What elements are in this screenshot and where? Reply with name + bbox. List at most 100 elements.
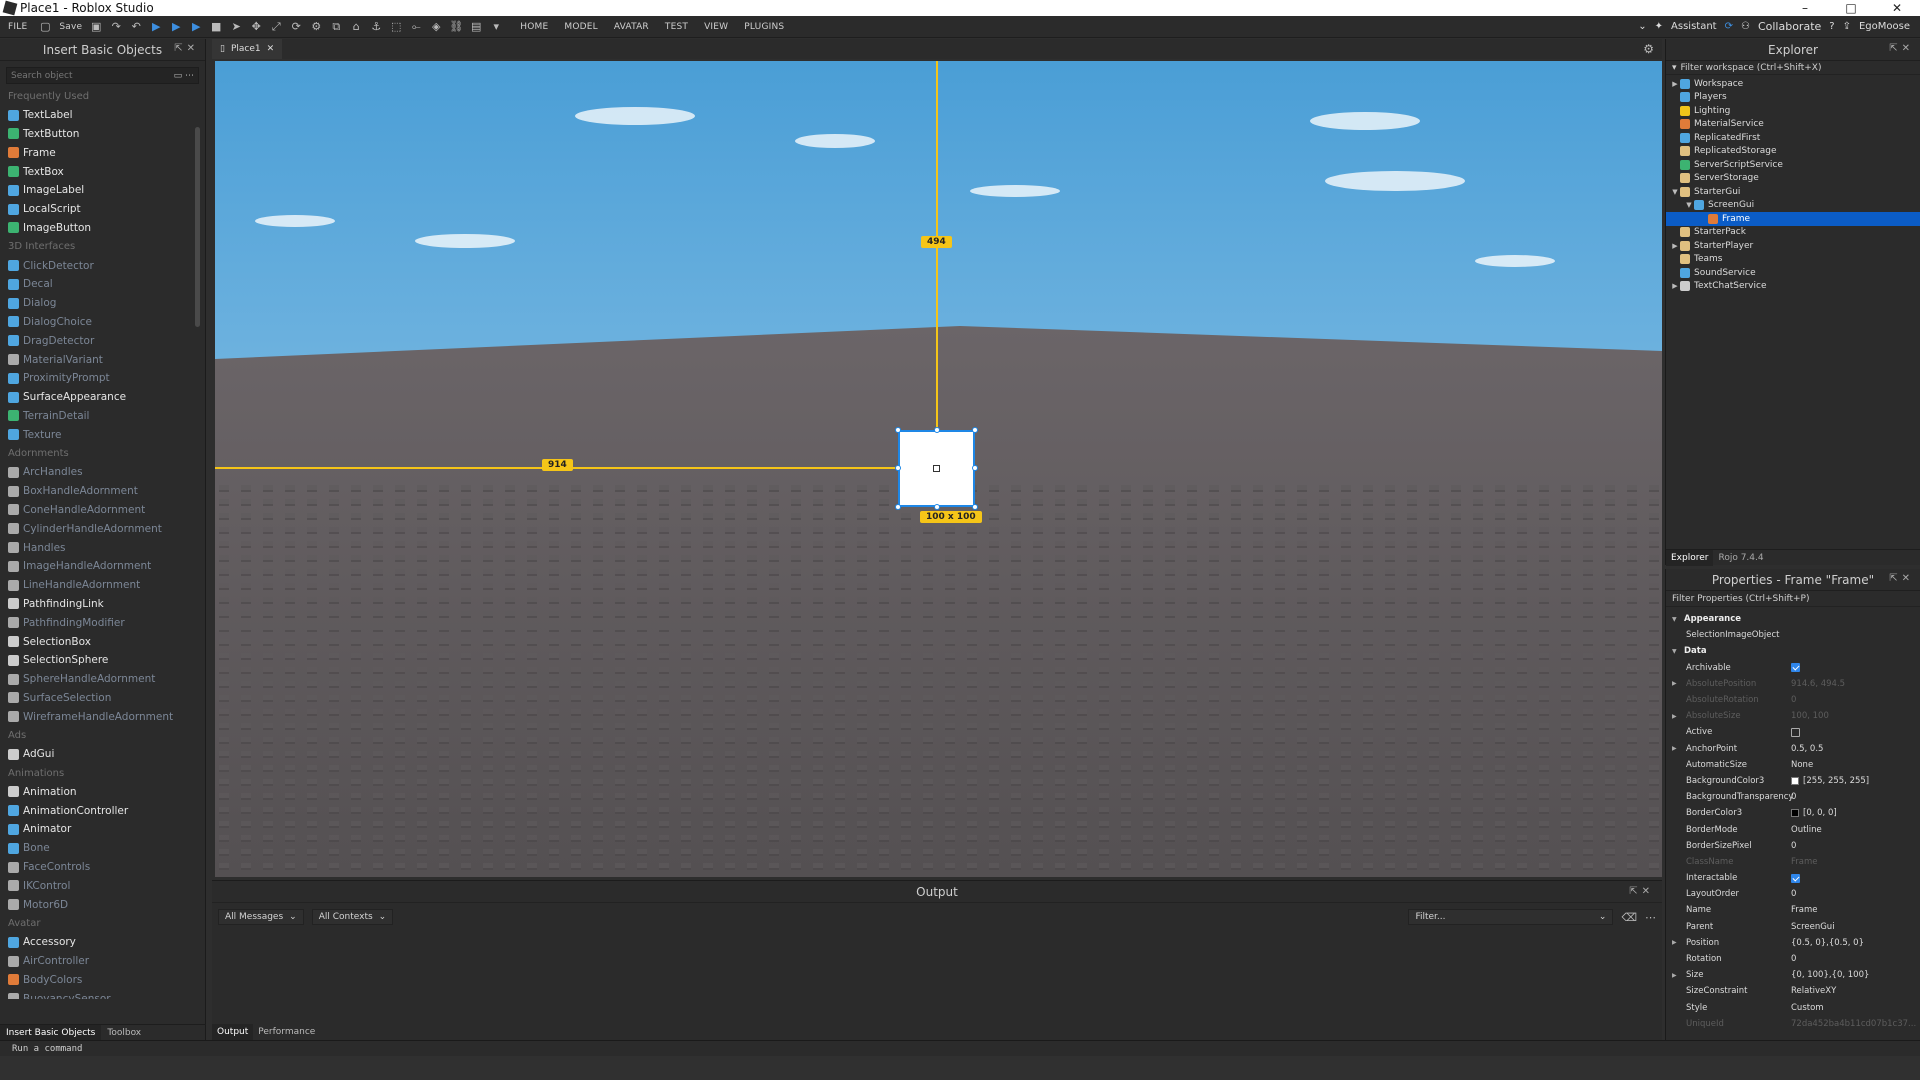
tree-item-frame[interactable]: Frame — [1666, 212, 1920, 226]
property-position[interactable]: ▶ Position {0.5, 0},{0.5, 0} — [1666, 935, 1920, 951]
object-item-bone[interactable]: Bone — [0, 839, 196, 858]
object-item-imagehandleadornment[interactable]: ImageHandleAdornment — [0, 557, 196, 576]
collision-icon[interactable]: ⬚ — [389, 20, 403, 34]
resize-handle-tr[interactable] — [972, 427, 978, 433]
property-value[interactable]: {0, 100},{0, 100} — [1791, 970, 1869, 980]
property-style[interactable]: Style Custom — [1666, 1000, 1920, 1016]
undo-icon[interactable]: ↶ — [129, 20, 143, 34]
object-item-archandles[interactable]: ArcHandles — [0, 463, 196, 482]
share-icon[interactable]: ⇪ — [1843, 21, 1851, 32]
expand-arrow-icon[interactable]: ▼ — [1684, 201, 1694, 209]
tab-test[interactable]: TEST — [657, 22, 696, 32]
explorer-filter-input[interactable]: ▾ Filter workspace (Ctrl+Shift+X) — [1666, 61, 1920, 75]
tab-view[interactable]: VIEW — [696, 22, 736, 32]
property-value[interactable]: Outline — [1791, 825, 1822, 835]
properties-panel-controls[interactable]: ⇱✕ — [1889, 573, 1914, 584]
object-list-scrollbar[interactable] — [194, 87, 201, 1007]
property-bordercolor3[interactable]: BorderColor3 [0, 0, 0] — [1666, 805, 1920, 821]
expand-arrow-icon[interactable]: ▼ — [1670, 188, 1680, 196]
property-value[interactable] — [1791, 727, 1800, 737]
3d-viewport[interactable]: 494 914 100 x 100 — [215, 61, 1662, 877]
expand-arrow-icon[interactable]: ▶ — [1670, 242, 1680, 250]
resize-handle-mr[interactable] — [972, 465, 978, 471]
tab-explorer[interactable]: Explorer — [1666, 549, 1714, 566]
object-item-proximityprompt[interactable]: ProximityPrompt — [0, 369, 196, 388]
checkbox-checked[interactable] — [1791, 873, 1800, 883]
property-interactable[interactable]: Interactable — [1666, 870, 1920, 886]
new-file-icon[interactable]: ▢ — [38, 20, 52, 34]
rotate-tool-icon[interactable]: ⟳ — [289, 20, 303, 34]
lock-icon[interactable]: ⌂ — [349, 20, 363, 34]
transform-tool-icon[interactable]: ⚙ — [309, 20, 323, 34]
property-value[interactable]: 0 — [1791, 841, 1796, 851]
property-value[interactable]: Custom — [1791, 1003, 1824, 1013]
assistant-button[interactable]: Assistant — [1671, 21, 1717, 32]
messages-dropdown[interactable]: All Messages ⌄ — [218, 909, 304, 925]
property-value[interactable]: [255, 255, 255] — [1791, 776, 1869, 786]
link-icon[interactable]: ⛓ — [449, 20, 463, 34]
object-item-clickdetector[interactable]: ClickDetector — [0, 256, 196, 275]
expand-arrow-icon[interactable]: ▶ — [1672, 939, 1677, 946]
object-item-imagelabel[interactable]: ImageLabel — [0, 181, 196, 200]
expand-arrow-icon[interactable]: ▶ — [1672, 972, 1677, 979]
checkbox-unchecked[interactable] — [1791, 727, 1800, 737]
property-size[interactable]: ▶ Size {0, 100},{0, 100} — [1666, 967, 1920, 983]
tree-item-starterpack[interactable]: StarterPack — [1666, 226, 1920, 240]
scale-tool-icon[interactable]: ⤢ — [269, 20, 283, 34]
close-window-button[interactable]: ✕ — [1874, 1, 1920, 15]
tree-item-lighting[interactable]: Lighting — [1666, 104, 1920, 118]
section-data[interactable]: ▼ Data — [1666, 643, 1920, 659]
object-item-imagebutton[interactable]: ImageButton — [0, 219, 196, 238]
color-swatch[interactable] — [1791, 809, 1799, 818]
object-item-selectionbox[interactable]: SelectionBox — [0, 632, 196, 651]
object-item-animator[interactable]: Animator — [0, 820, 196, 839]
join-icon[interactable]: ⟜ — [409, 20, 423, 34]
object-item-buoyancysensor[interactable]: BuoyancySensor — [0, 989, 196, 999]
property-name[interactable]: Name Frame — [1666, 902, 1920, 918]
redo-icon[interactable]: ↷ — [109, 20, 123, 34]
object-item-boxhandleadornment[interactable]: BoxHandleAdornment — [0, 482, 196, 501]
object-item-dialogchoice[interactable]: DialogChoice — [0, 313, 196, 332]
resize-handle-tl[interactable] — [895, 427, 901, 433]
properties-filter-input[interactable]: Filter Properties (Ctrl+Shift+P) — [1666, 591, 1920, 607]
object-item-accessory[interactable]: Accessory — [0, 933, 196, 952]
object-item-dialog[interactable]: Dialog — [0, 294, 196, 313]
property-value[interactable]: [0, 0, 0] — [1791, 808, 1837, 818]
expand-arrow-icon[interactable]: ▶ — [1672, 745, 1677, 752]
frame-icon[interactable]: ▤ — [469, 20, 483, 34]
property-value[interactable] — [1791, 663, 1800, 673]
property-value[interactable]: 0 — [1791, 954, 1796, 964]
settings-gear-icon[interactable]: ⚙ — [1643, 42, 1654, 56]
resize-handle-tm[interactable] — [934, 427, 940, 433]
object-item-materialvariant[interactable]: MaterialVariant — [0, 350, 196, 369]
tree-item-serverscriptservice[interactable]: ServerScriptService — [1666, 158, 1920, 172]
object-item-conehandleadornment[interactable]: ConeHandleAdornment — [0, 501, 196, 520]
clear-output-icon[interactable]: ⌫ — [1621, 911, 1637, 924]
tree-item-starterplayer[interactable]: ▶ StarterPlayer — [1666, 239, 1920, 253]
resize-handle-bl[interactable] — [895, 504, 901, 510]
tree-item-replicatedstorage[interactable]: ReplicatedStorage — [1666, 145, 1920, 159]
explorer-panel-controls[interactable]: ⇱✕ — [1889, 43, 1914, 54]
property-archivable[interactable]: Archivable — [1666, 660, 1920, 676]
property-automaticsize[interactable]: AutomaticSize None — [1666, 757, 1920, 773]
tab-model[interactable]: MODEL — [556, 22, 605, 32]
object-item-bodycolors[interactable]: BodyColors — [0, 970, 196, 989]
object-item-cylinderhandleadornment[interactable]: CylinderHandleAdornment — [0, 519, 196, 538]
output-filter-input[interactable]: Filter... ⌄ — [1408, 909, 1614, 925]
property-bordersizepixel[interactable]: BorderSizePixel 0 — [1666, 838, 1920, 854]
object-item-spherehandleadornment[interactable]: SphereHandleAdornment — [0, 670, 196, 689]
object-item-animation[interactable]: Animation — [0, 782, 196, 801]
more-icon[interactable]: ⋯ — [1645, 911, 1656, 924]
property-backgroundcolor3[interactable]: BackgroundColor3 [255, 255, 255] — [1666, 773, 1920, 789]
object-item-surfaceselection[interactable]: SurfaceSelection — [0, 689, 196, 708]
object-item-textbutton[interactable]: TextButton — [0, 125, 196, 144]
object-item-handles[interactable]: Handles — [0, 538, 196, 557]
tab-plugins[interactable]: PLUGINS — [736, 22, 792, 32]
property-value[interactable]: {0.5, 0},{0.5, 0} — [1791, 938, 1864, 948]
file-menu[interactable]: FILE — [0, 22, 35, 32]
property-value[interactable]: RelativeXY — [1791, 986, 1836, 996]
tree-item-soundservice[interactable]: SoundService — [1666, 266, 1920, 280]
contexts-dropdown[interactable]: All Contexts ⌄ — [311, 909, 394, 925]
group-icon[interactable]: ⧉ — [329, 20, 343, 34]
stop-icon[interactable]: ■ — [209, 20, 223, 34]
